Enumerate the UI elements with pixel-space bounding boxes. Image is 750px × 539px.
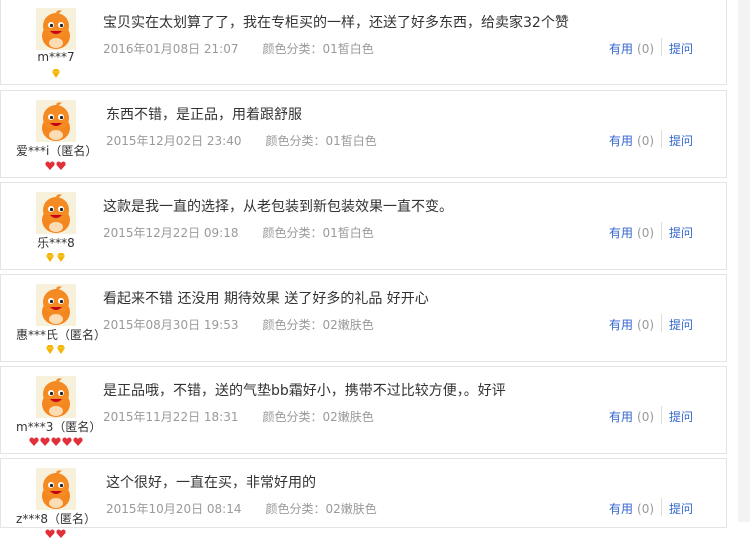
review-date: 2016年01月08日 21:07 (103, 42, 239, 56)
review-text: 这个很好，一直在买，非常好用的 (106, 475, 316, 491)
avatar[interactable] (36, 100, 76, 142)
useful-label: 有用 (609, 502, 634, 516)
ask-button[interactable]: 提问 (669, 500, 693, 517)
credit-badge (45, 161, 66, 171)
review-date: 2015年10月20日 08:14 (106, 502, 242, 516)
useful-label: 有用 (609, 410, 634, 424)
review-date: 2015年12月02日 23:40 (106, 134, 242, 148)
divider (661, 498, 662, 516)
useful-count: (0) (637, 502, 655, 516)
ask-button[interactable]: 提问 (669, 132, 693, 149)
username: 惠***氏（匿名） (16, 328, 107, 342)
heart-icon (56, 529, 66, 538)
useful-button[interactable]: 有用 (0) (609, 224, 654, 241)
credit-badge (45, 253, 66, 263)
useful-label: 有用 (609, 318, 634, 332)
useful-button[interactable]: 有用 (0) (609, 500, 654, 517)
review-text: 看起来不错 还没用 期待效果 送了好多的礼品 好开心 (103, 291, 429, 307)
useful-count: (0) (637, 318, 655, 332)
username: 乐***8 (37, 236, 75, 250)
useful-label: 有用 (609, 226, 634, 240)
sku-color: 颜色分类：01皙白色 (265, 134, 377, 148)
scrollbar-track[interactable] (738, 0, 750, 522)
review-item (0, 458, 727, 528)
credit-badge (45, 345, 66, 355)
avatar[interactable] (36, 284, 76, 326)
credit-badge (51, 69, 61, 79)
useful-button[interactable]: 有用 (0) (609, 40, 654, 57)
username: 爱***i（匿名） (16, 144, 98, 158)
heart-icon (45, 161, 55, 170)
useful-label: 有用 (609, 134, 634, 148)
heart-icon (50, 437, 61, 446)
diamond-icon (46, 253, 54, 262)
useful-count: (0) (637, 134, 655, 148)
review-date: 2015年08月30日 19:53 (103, 318, 239, 332)
useful-button[interactable]: 有用 (0) (609, 132, 654, 149)
heart-icon (28, 437, 39, 446)
heart-icon (39, 437, 50, 446)
avatar[interactable] (36, 192, 76, 234)
review-date: 2015年11月22日 18:31 (103, 410, 239, 424)
ask-button[interactable]: 提问 (669, 224, 693, 241)
sku-color: 颜色分类：01皙白色 (262, 42, 374, 56)
review-meta: 2015年10月20日 08:14 颜色分类：02嫩肤色 (106, 500, 377, 517)
sku-color: 颜色分类：01皙白色 (262, 226, 374, 240)
divider (661, 314, 662, 332)
divider (661, 222, 662, 240)
diamond-icon (51, 69, 60, 78)
heart-icon (61, 437, 72, 446)
useful-count: (0) (637, 410, 655, 424)
username: m***3（匿名） (16, 420, 102, 434)
review-meta: 2015年08月30日 19:53 颜色分类：02嫩肤色 (103, 316, 374, 333)
username: m***7 (37, 50, 75, 64)
avatar[interactable] (36, 468, 76, 510)
review-text: 是正品哦，不错，送的气垫bb霜好小，携带不过比较方便，。好评 (103, 383, 506, 399)
diamond-icon (46, 345, 54, 354)
ask-button[interactable]: 提问 (669, 40, 693, 57)
review-date: 2015年12月22日 09:18 (103, 226, 239, 240)
useful-count: (0) (637, 42, 655, 56)
avatar[interactable] (36, 8, 76, 50)
review-text: 东西不错，是正品，用着跟舒服 (106, 107, 302, 123)
review-meta: 2015年11月22日 18:31 颜色分类：02嫩肤色 (103, 408, 374, 425)
useful-button[interactable]: 有用 (0) (609, 316, 654, 333)
username: z***8（匿名） (16, 512, 96, 526)
heart-icon (72, 437, 83, 446)
credit-badge (28, 437, 83, 447)
heart-icon (45, 529, 55, 538)
credit-badge (45, 529, 66, 539)
ask-button[interactable]: 提问 (669, 408, 693, 425)
review-meta: 2015年12月02日 23:40 颜色分类：01皙白色 (106, 132, 377, 149)
review-meta: 2015年12月22日 09:18 颜色分类：01皙白色 (103, 224, 374, 241)
divider (661, 38, 662, 56)
review-text: 宝贝实在太划算了了，我在专柜买的一样，还送了好多东西，给卖家32个赞 (103, 15, 569, 31)
diamond-icon (57, 345, 65, 354)
divider (661, 130, 662, 148)
sku-color: 颜色分类：02嫩肤色 (262, 318, 374, 332)
useful-label: 有用 (609, 42, 634, 56)
heart-icon (56, 161, 66, 170)
diamond-icon (57, 253, 65, 262)
useful-button[interactable]: 有用 (0) (609, 408, 654, 425)
ask-button[interactable]: 提问 (669, 316, 693, 333)
review-meta: 2016年01月08日 21:07 颜色分类：01皙白色 (103, 40, 374, 57)
useful-count: (0) (637, 226, 655, 240)
review-text: 这款是我一直的选择，从老包装到新包装效果一直不变。 (103, 199, 453, 215)
avatar[interactable] (36, 376, 76, 418)
divider (661, 406, 662, 424)
sku-color: 颜色分类：02嫩肤色 (265, 502, 377, 516)
sku-color: 颜色分类：02嫩肤色 (262, 410, 374, 424)
